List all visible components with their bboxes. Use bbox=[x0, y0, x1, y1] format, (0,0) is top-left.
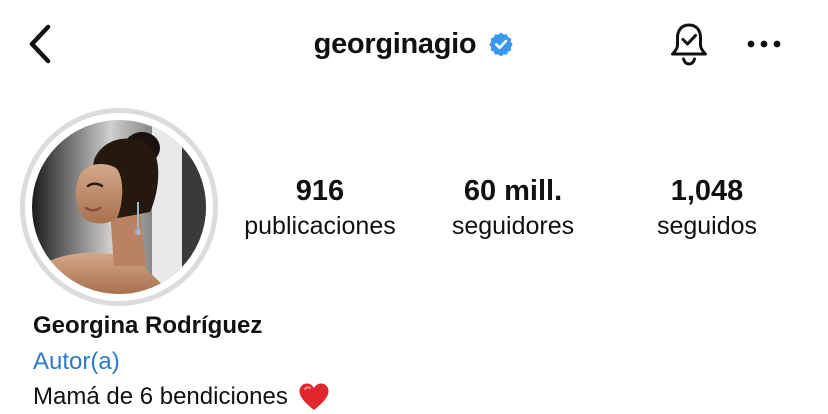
red-heart-icon bbox=[298, 382, 330, 412]
stat-following-label: seguidos bbox=[656, 212, 758, 240]
stat-posts-value: 916 bbox=[295, 175, 345, 207]
profile-bio: Mamá de 6 bendiciones bbox=[33, 380, 330, 414]
stat-following-value: 1,048 bbox=[670, 175, 744, 207]
stat-followers-label: seguidores bbox=[451, 212, 575, 240]
chevron-left-icon bbox=[29, 24, 51, 64]
bell-check-icon bbox=[671, 23, 707, 66]
stat-posts[interactable]: 916 publicaciones bbox=[220, 172, 420, 242]
back-button[interactable] bbox=[20, 22, 60, 66]
more-options-button[interactable] bbox=[742, 22, 786, 66]
stat-following[interactable]: 1,048 seguidos bbox=[607, 172, 807, 242]
stat-followers[interactable]: 60 mill. seguidores bbox=[413, 172, 613, 242]
profile-category[interactable]: Autor(a) bbox=[33, 346, 120, 378]
more-horizontal-icon bbox=[747, 40, 781, 48]
avatar-ring-gap bbox=[25, 113, 213, 301]
stat-followers-value: 60 mill. bbox=[463, 175, 563, 207]
profile-full-name: Georgina Rodríguez bbox=[33, 312, 263, 339]
avatar-photo bbox=[32, 120, 206, 294]
profile-avatar[interactable] bbox=[20, 108, 218, 306]
stat-posts-label: publicaciones bbox=[244, 212, 396, 240]
profile-username: georginagio bbox=[313, 27, 477, 60]
verified-badge-icon bbox=[488, 31, 514, 57]
notifications-button[interactable] bbox=[664, 18, 714, 70]
bio-text: Mamá de 6 bendiciones bbox=[33, 383, 288, 410]
